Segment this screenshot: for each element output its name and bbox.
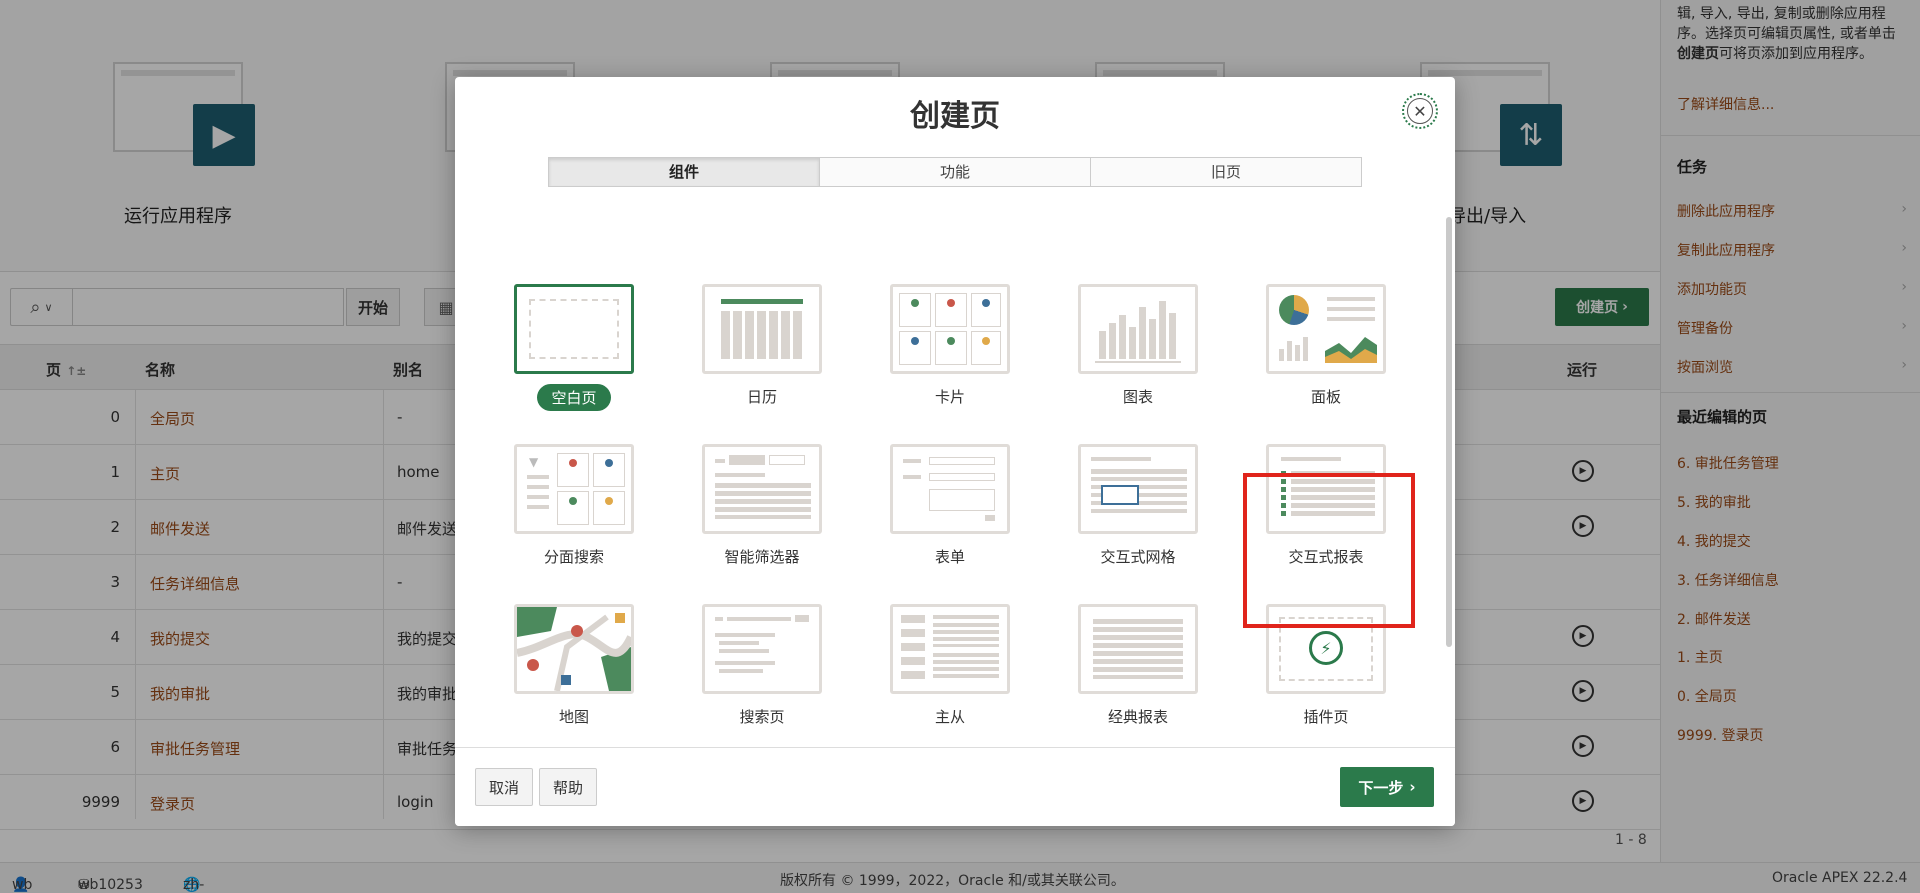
tile-label: 插件页	[1303, 708, 1349, 726]
tile-label: 图表	[1122, 388, 1153, 406]
form-icon	[890, 444, 1010, 534]
tile-dashboard[interactable]: 面板	[1266, 284, 1386, 407]
chevron-right-icon: ›	[1409, 778, 1416, 796]
tile-interactive-grid[interactable]: 交互式网格	[1078, 444, 1198, 567]
master-detail-icon	[890, 604, 1010, 694]
tile-label: 分面搜索	[543, 548, 604, 566]
page-type-tabs: 组件 功能 旧页	[548, 157, 1362, 187]
tile-chart[interactable]: 图表	[1078, 284, 1198, 407]
tile-label: 日历	[746, 388, 777, 406]
tile-label: 交互式网格	[1100, 548, 1176, 566]
tile-label: 空白页	[537, 384, 611, 411]
tile-cards[interactable]: 卡片	[890, 284, 1010, 407]
tile-smart-filters[interactable]: 智能筛选器	[702, 444, 822, 567]
tile-master-detail[interactable]: 主从	[890, 604, 1010, 727]
faceted-search-icon: ▼	[514, 444, 634, 534]
create-page-dialog: 创建页 ✕ 组件 功能 旧页 空白页 日历 卡片 图表 面板 ▼ 分面搜索 智能…	[455, 77, 1455, 826]
tile-faceted-search[interactable]: ▼ 分面搜索	[514, 444, 634, 567]
cards-icon	[890, 284, 1010, 374]
tab-legacy-pages[interactable]: 旧页	[1091, 158, 1361, 186]
dialog-scrollbar[interactable]	[1446, 217, 1452, 647]
tab-components[interactable]: 组件	[549, 158, 820, 186]
bar-chart-icon	[1078, 284, 1198, 374]
dialog-title: 创建页	[910, 99, 1000, 134]
blank-page-icon	[514, 284, 634, 374]
tile-label: 搜索页	[739, 708, 785, 726]
tile-calendar[interactable]: 日历	[702, 284, 822, 407]
smart-filters-icon	[702, 444, 822, 534]
tile-label: 卡片	[934, 388, 965, 406]
close-icon: ✕	[1407, 98, 1433, 124]
help-button[interactable]: 帮助	[539, 768, 597, 806]
tile-blank-page[interactable]: 空白页	[514, 284, 634, 411]
calendar-icon	[702, 284, 822, 374]
tile-label: 主从	[934, 708, 965, 726]
highlight-box	[1243, 473, 1415, 628]
tile-label: 表单	[934, 548, 965, 566]
tile-search-page[interactable]: 搜索页	[702, 604, 822, 727]
tile-label: 智能筛选器	[724, 548, 800, 566]
next-button[interactable]: 下一步 ›	[1340, 767, 1434, 807]
tile-label: 地图	[558, 708, 589, 726]
tile-map[interactable]: 地图	[514, 604, 634, 727]
tab-features[interactable]: 功能	[820, 158, 1091, 186]
search-page-icon	[702, 604, 822, 694]
close-button[interactable]: ✕	[1402, 93, 1438, 129]
tile-form[interactable]: 表单	[890, 444, 1010, 567]
dialog-footer: 取消 帮助 下一步 ›	[455, 747, 1455, 826]
page-type-grid: 空白页 日历 卡片 图表 面板 ▼ 分面搜索 智能筛选器 表单 交互式网格 交互…	[455, 199, 1455, 747]
dashboard-icon	[1266, 284, 1386, 374]
tile-label: 面板	[1310, 388, 1341, 406]
map-icon	[514, 604, 634, 694]
cancel-button[interactable]: 取消	[475, 768, 533, 806]
tile-label: 经典报表	[1107, 708, 1168, 726]
classic-report-icon	[1078, 604, 1198, 694]
tile-classic-report[interactable]: 经典报表	[1078, 604, 1198, 727]
next-button-label: 下一步	[1358, 778, 1404, 797]
interactive-grid-icon	[1078, 444, 1198, 534]
